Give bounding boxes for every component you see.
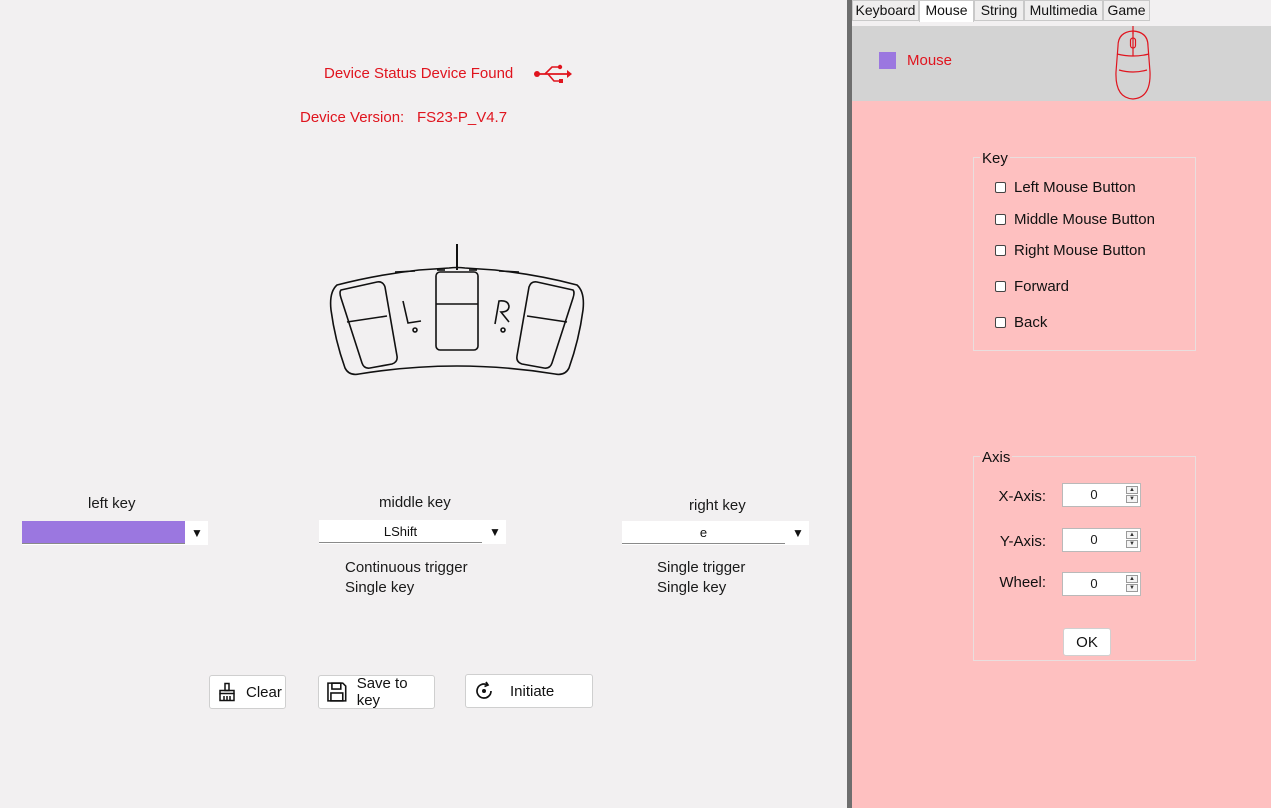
- initiate-button[interactable]: Initiate: [465, 674, 593, 708]
- tab-keyboard[interactable]: Keyboard: [852, 0, 919, 21]
- y-axis-label: Y-Axis:: [999, 533, 1046, 550]
- checkbox-label: Right Mouse Button: [1014, 242, 1146, 259]
- y-axis-value[interactable]: 0: [1063, 529, 1125, 551]
- checkbox[interactable]: [995, 281, 1006, 292]
- foot-pedal-illustration: [329, 244, 585, 376]
- middle-mode-text: Single key: [345, 579, 415, 596]
- right-key-value: e: [622, 521, 785, 544]
- tab-game[interactable]: Game: [1103, 0, 1150, 21]
- spin-up-icon[interactable]: ▲: [1126, 531, 1138, 539]
- checkbox[interactable]: [995, 214, 1006, 225]
- middle-key-label: middle key: [379, 494, 451, 511]
- device-status-text: Device Status Device Found: [324, 65, 514, 82]
- ok-button[interactable]: OK: [1063, 628, 1111, 656]
- tab-string[interactable]: String: [974, 0, 1024, 21]
- x-axis-spinbox[interactable]: 0 ▲ ▼: [1062, 483, 1141, 507]
- save-button-label: Save to key: [356, 675, 408, 709]
- wheel-spinbox[interactable]: 0 ▲ ▼: [1062, 572, 1141, 596]
- chevron-down-icon[interactable]: ▼: [787, 521, 809, 545]
- right-key-dropdown[interactable]: e ▼: [622, 521, 809, 545]
- clear-button-label: Clear: [246, 683, 282, 701]
- checkbox-right-mouse-button[interactable]: Right Mouse Button: [995, 242, 1146, 259]
- key-group-title: Key: [980, 150, 1010, 167]
- axis-group-title: Axis: [980, 449, 1013, 466]
- checkbox-label: Back: [1014, 314, 1048, 331]
- right-trigger-text: Single trigger: [657, 559, 746, 576]
- y-axis-spinbox[interactable]: 0 ▲ ▼: [1062, 528, 1141, 552]
- mouse-header: Mouse: [852, 26, 1271, 101]
- right-key-label: right key: [689, 497, 746, 514]
- chevron-down-icon[interactable]: ▼: [484, 520, 506, 544]
- spin-down-icon[interactable]: ▼: [1126, 584, 1138, 592]
- checkbox-left-mouse-button[interactable]: Left Mouse Button: [995, 179, 1136, 196]
- broom-icon: [219, 682, 235, 702]
- checkbox[interactable]: [995, 245, 1006, 256]
- left-key-label: left key: [88, 495, 136, 512]
- x-axis-label: X-Axis:: [998, 488, 1046, 505]
- usb-icon: [533, 64, 573, 88]
- tab-bar: Keyboard Mouse String Multimedia Game: [852, 0, 1271, 22]
- left-key-value: [22, 521, 185, 544]
- checkbox-back[interactable]: Back: [995, 314, 1047, 331]
- checkbox-middle-mouse-button[interactable]: Middle Mouse Button: [995, 211, 1155, 228]
- spin-up-icon[interactable]: ▲: [1126, 486, 1138, 494]
- middle-trigger-text: Continuous trigger: [345, 559, 468, 576]
- main-panel: Device Status Device Found Device Versio…: [0, 0, 847, 808]
- mouse-icon: [1115, 26, 1151, 100]
- checkbox-label: Left Mouse Button: [1014, 179, 1136, 196]
- right-mode-text: Single key: [657, 579, 727, 596]
- mouse-panel-title: Mouse: [907, 52, 953, 69]
- save-to-key-button[interactable]: Save to key: [318, 675, 435, 709]
- mouse-settings-area: Key Left Mouse Button Middle Mouse Butto…: [852, 101, 1271, 808]
- clear-button[interactable]: Clear: [209, 675, 286, 709]
- spin-down-icon[interactable]: ▼: [1126, 540, 1138, 548]
- mouse-color-swatch: [879, 52, 896, 69]
- checkbox[interactable]: [995, 182, 1006, 193]
- x-axis-value[interactable]: 0: [1063, 484, 1125, 506]
- chevron-down-icon[interactable]: ▼: [186, 521, 208, 545]
- device-version-label: Device Version:: [300, 109, 405, 126]
- middle-key-value: LShift: [319, 520, 482, 543]
- wheel-value[interactable]: 0: [1063, 573, 1125, 595]
- wheel-label: Wheel:: [999, 574, 1046, 591]
- spin-up-icon[interactable]: ▲: [1126, 575, 1138, 583]
- device-version-value: FS23-P_V4.7: [417, 109, 508, 126]
- middle-key-dropdown[interactable]: LShift ▼: [319, 520, 506, 544]
- checkbox[interactable]: [995, 317, 1006, 328]
- tab-mouse[interactable]: Mouse: [919, 0, 974, 22]
- refresh-icon: [476, 681, 492, 699]
- checkbox-label: Forward: [1014, 278, 1070, 295]
- spin-down-icon[interactable]: ▼: [1126, 495, 1138, 503]
- left-key-dropdown[interactable]: ▼: [22, 521, 208, 545]
- checkbox-label: Middle Mouse Button: [1014, 211, 1155, 228]
- checkbox-forward[interactable]: Forward: [995, 278, 1069, 295]
- tab-multimedia[interactable]: Multimedia: [1024, 0, 1103, 21]
- save-disk-icon: [327, 682, 347, 702]
- initiate-button-label: Initiate: [510, 682, 555, 700]
